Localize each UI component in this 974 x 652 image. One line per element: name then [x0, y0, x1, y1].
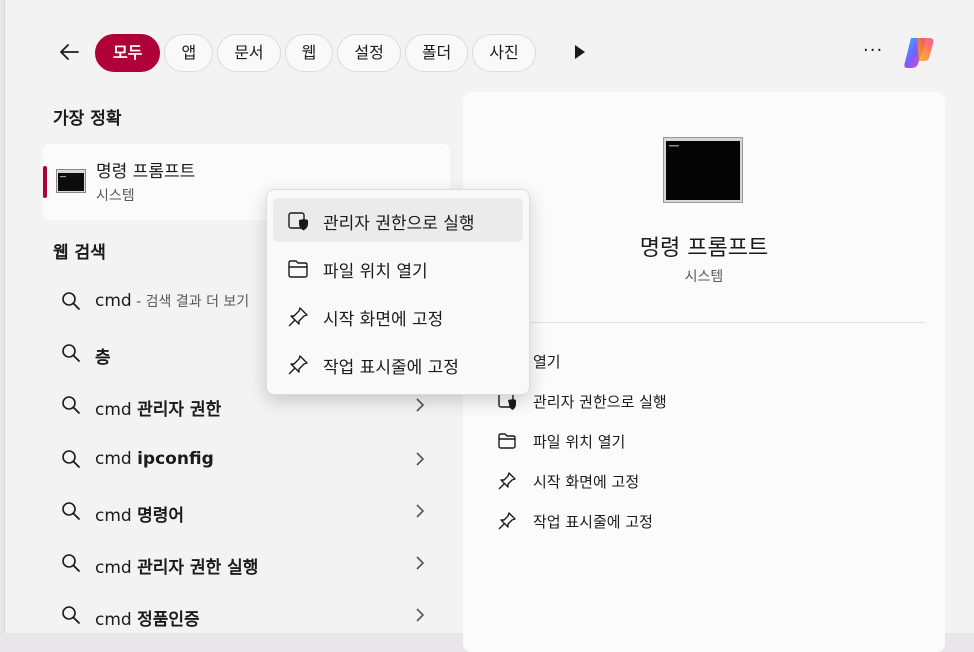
preview-action-run-as-admin[interactable]: 관리자 권한으로 실행 — [497, 383, 917, 417]
command-prompt-icon — [56, 169, 86, 193]
preview-action-open-file-location[interactable]: 파일 위치 열기 — [497, 423, 917, 457]
pin-icon — [288, 307, 308, 327]
chevron-right-icon[interactable] — [413, 451, 427, 467]
pin-icon — [498, 472, 516, 490]
chevron-right-icon[interactable] — [413, 555, 427, 571]
filter-chip-all[interactable]: 모두 — [95, 34, 161, 72]
admin-shield-icon — [288, 212, 308, 231]
filter-chip-settings[interactable]: 설정 — [337, 34, 401, 72]
search-icon — [62, 292, 80, 310]
suggestion-completion: ipconfig — [137, 449, 214, 469]
web-suggestion-row[interactable]: cmd ipconfig — [43, 435, 450, 483]
action-label: 관리자 권한으로 실행 — [533, 393, 667, 411]
more-options-button[interactable]: ··· — [863, 40, 883, 61]
filter-chips: 모두 앱 문서 웹 설정 폴더 사진 — [95, 34, 536, 72]
suggestion-query: cmd — [95, 291, 132, 311]
pin-icon — [498, 512, 516, 530]
suggestion-completion: 층 — [95, 348, 111, 368]
suggestion-completion: 관리자 권한 — [137, 400, 222, 420]
web-suggestion-row[interactable]: cmd 관리자 권한 실행 — [43, 539, 450, 587]
best-match-title: 명령 프롬프트 — [96, 162, 196, 182]
context-menu-open-file-location[interactable]: 파일 위치 열기 — [273, 246, 523, 290]
suggestion-hint: - 검색 결과 더 보기 — [131, 294, 250, 310]
action-label: 작업 표시줄에 고정 — [533, 513, 653, 531]
divider — [509, 322, 926, 323]
suggestion-query: cmd — [95, 610, 138, 630]
selection-indicator — [43, 166, 47, 198]
more-filters-play-icon[interactable] — [575, 45, 585, 59]
search-icon — [62, 554, 80, 572]
suggestion-completion: 관리자 권한 실행 — [137, 558, 259, 578]
suggestion-query: cmd — [95, 400, 138, 420]
context-menu: 관리자 권한으로 실행 파일 위치 열기 시작 화면에 고정 작업 표시줄에 고… — [266, 189, 530, 395]
chevron-right-icon[interactable] — [413, 503, 427, 519]
search-icon — [62, 450, 80, 468]
search-icon — [62, 344, 80, 362]
search-icon — [62, 396, 80, 414]
start-search-panel: 모두 앱 문서 웹 설정 폴더 사진 ··· 가장 정확 명령 프롬프트 시스템 — [4, 0, 974, 652]
preview-action-pin-to-taskbar[interactable]: 작업 표시줄에 고정 — [497, 503, 917, 537]
pin-icon — [288, 355, 308, 375]
suggestion-completion: 명령어 — [137, 506, 185, 526]
folder-icon — [498, 433, 516, 449]
context-menu-pin-to-start[interactable]: 시작 화면에 고정 — [273, 294, 523, 338]
chevron-right-icon[interactable] — [413, 397, 427, 413]
filter-chip-documents[interactable]: 문서 — [217, 34, 281, 72]
menu-item-label: 파일 위치 열기 — [323, 262, 428, 282]
preview-subtitle: 시스템 — [684, 269, 724, 285]
action-label: 파일 위치 열기 — [533, 433, 626, 451]
filter-chip-web[interactable]: 웹 — [284, 34, 334, 72]
best-match-subtitle: 시스템 — [96, 188, 135, 204]
menu-item-label: 관리자 권한으로 실행 — [323, 214, 475, 234]
preview-title: 명령 프롬프트 — [639, 236, 769, 261]
web-search-heading: 웹 검색 — [53, 243, 106, 263]
menu-item-label: 작업 표시줄에 고정 — [323, 358, 459, 378]
filter-chip-folders[interactable]: 폴더 — [404, 34, 469, 72]
action-label: 열기 — [533, 353, 561, 371]
preview-pane: 명령 프롬프트 시스템 열기 관리자 권한으로 실행 파일 위치 열기 시작 화… — [463, 92, 945, 652]
suggestion-query: cmd — [95, 558, 138, 578]
context-menu-pin-to-taskbar[interactable]: 작업 표시줄에 고정 — [273, 342, 523, 386]
search-icon — [62, 502, 80, 520]
web-suggestion-row[interactable]: cmd 명령어 — [43, 487, 450, 535]
search-icon — [62, 606, 80, 624]
command-prompt-large-icon — [663, 137, 743, 203]
filter-chip-apps[interactable]: 앱 — [164, 34, 214, 72]
best-match-heading: 가장 정확 — [53, 109, 122, 129]
filter-chip-photos[interactable]: 사진 — [472, 34, 536, 72]
web-suggestion-row[interactable]: cmd 정품인증 — [43, 591, 450, 639]
menu-item-label: 시작 화면에 고정 — [323, 310, 444, 330]
chevron-right-icon[interactable] — [413, 607, 427, 623]
action-label: 시작 화면에 고정 — [533, 473, 640, 491]
preview-action-pin-to-start[interactable]: 시작 화면에 고정 — [497, 463, 917, 497]
preview-action-open[interactable]: 열기 — [497, 343, 917, 377]
folder-icon — [288, 260, 308, 278]
copilot-icon[interactable] — [901, 34, 939, 72]
context-menu-run-as-admin[interactable]: 관리자 권한으로 실행 — [273, 198, 523, 242]
suggestion-query: cmd — [95, 506, 138, 526]
suggestion-query: cmd — [95, 449, 138, 469]
back-arrow-icon[interactable] — [57, 40, 81, 64]
suggestion-completion: 정품인증 — [137, 610, 200, 630]
